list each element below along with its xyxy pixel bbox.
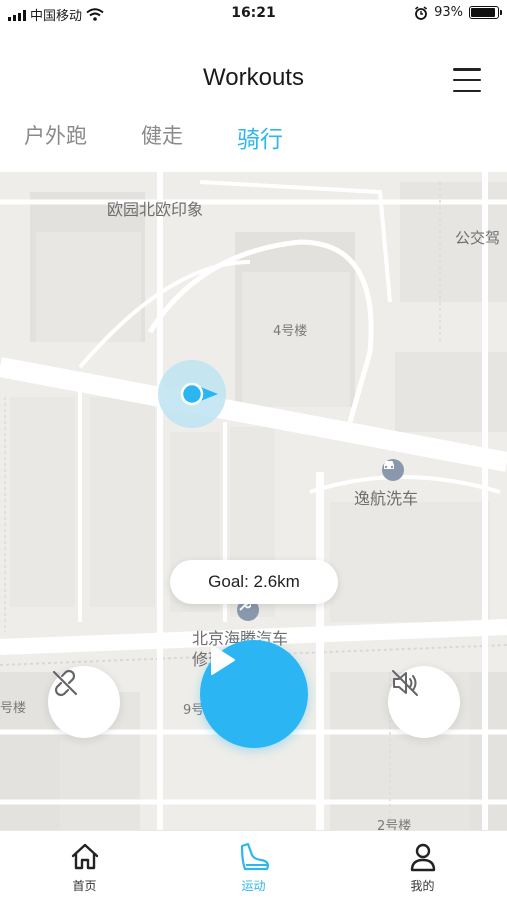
nav-profile-label: 我的	[410, 879, 435, 893]
map-label-poi: 逸航洗车	[354, 489, 419, 508]
battery-level	[471, 8, 496, 17]
status-bar: 中国移动 16:21 93%	[0, 0, 507, 28]
bottom-nav: 首页 运动 我的	[0, 830, 507, 900]
workout-tabs: 户外跑 健走 骑行	[24, 120, 283, 154]
play-icon	[211, 645, 235, 675]
tab-walk[interactable]: 健走	[141, 120, 183, 154]
hamburger-menu-icon[interactable]	[453, 68, 481, 92]
current-location-icon	[180, 382, 204, 406]
shoe-icon	[240, 842, 269, 871]
goal-chip[interactable]: Goal: 2.6km	[170, 560, 338, 604]
start-workout-button[interactable]	[200, 640, 308, 748]
link-broken-icon	[52, 669, 78, 697]
alarm-icon	[415, 5, 428, 20]
profile-icon	[410, 843, 435, 872]
car-icon	[382, 459, 404, 481]
nav-home[interactable]: 首页	[0, 831, 169, 900]
goal-text: Goal: 2.6km	[208, 572, 300, 591]
tab-outdoor-run[interactable]: 户外跑	[24, 120, 87, 154]
page-title: Workouts	[203, 64, 304, 91]
map-label-building: 4号楼	[273, 324, 308, 339]
status-right: 93%	[414, 5, 502, 20]
sound-toggle-button[interactable]	[388, 666, 460, 738]
map-view[interactable]: 欧园北欧印象 公交驾 4号楼 逸航洗车 北京海腾汽车 修理有限公司 号楼 9号 …	[0, 172, 507, 830]
nav-sport[interactable]: 运动	[169, 831, 338, 900]
header: Workouts	[0, 50, 507, 110]
tab-cycling[interactable]: 骑行	[237, 120, 283, 154]
map-label-poi: 欧园北欧印象	[107, 200, 204, 219]
map-label-building: 号楼	[0, 701, 27, 716]
nav-profile[interactable]: 我的	[338, 831, 507, 900]
sound-muted-icon	[392, 670, 418, 696]
lock-route-button[interactable]	[48, 666, 120, 738]
battery-icon	[469, 6, 502, 19]
nav-home-label: 首页	[72, 879, 97, 893]
battery-percent: 93%	[434, 5, 463, 20]
home-icon	[71, 843, 98, 870]
map-label-building: 2号楼	[377, 819, 412, 830]
map-label-poi: 公交驾	[455, 229, 501, 247]
nav-sport-label: 运动	[241, 879, 266, 893]
